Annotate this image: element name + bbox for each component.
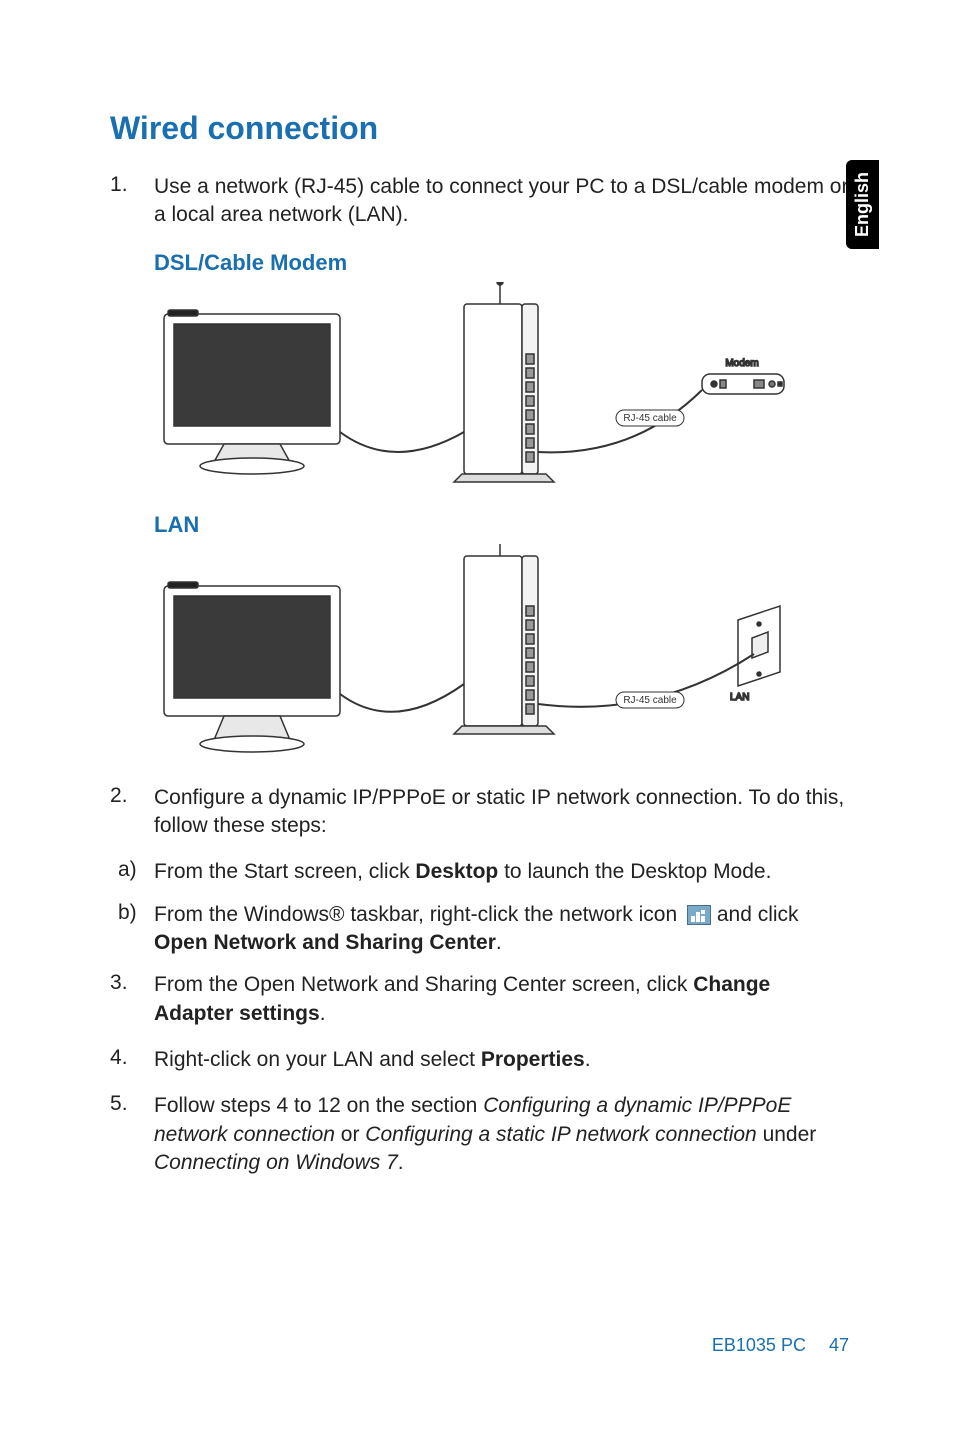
substep-b-before: From the Windows® taskbar, right-click t…	[154, 903, 683, 926]
step-2-text: Configure a dynamic IP/PPPoE or static I…	[154, 784, 854, 841]
lan-diagram: LAN RJ-45 cable	[154, 544, 854, 774]
rj45-label-1: RJ-45 cable	[623, 413, 677, 424]
substep-list: a) From the Start screen, click Desktop …	[118, 858, 854, 957]
lan-heading: LAN	[154, 512, 854, 538]
step-4-text: Right-click on your LAN and select Prope…	[154, 1046, 854, 1074]
lan-diagram-svg: LAN RJ-45 cable	[154, 544, 794, 774]
instruction-list: Use a network (RJ-45) cable to connect y…	[110, 173, 854, 230]
substep-b: b) From the Windows® taskbar, right-clic…	[118, 901, 854, 958]
step-4: Right-click on your LAN and select Prope…	[110, 1046, 854, 1074]
substep-b-marker: b)	[118, 901, 154, 958]
substep-a-text: From the Start screen, click Desktop to …	[154, 858, 854, 886]
step-1-text: Use a network (RJ-45) cable to connect y…	[154, 173, 854, 230]
step-3-text: From the Open Network and Sharing Center…	[154, 971, 854, 1028]
substep-a: a) From the Start screen, click Desktop …	[118, 858, 854, 886]
instruction-list-cont: Configure a dynamic IP/PPPoE or static I…	[110, 784, 854, 841]
dsl-modem-heading: DSL/Cable Modem	[154, 250, 854, 276]
footer-page-number: 47	[829, 1335, 849, 1355]
dsl-diagram-svg: Modem RJ-45 cable	[154, 282, 794, 492]
section-heading: Wired connection	[110, 110, 854, 147]
rj45-label-2: RJ-45 cable	[623, 695, 677, 706]
page-footer: EB1035 PC 47	[712, 1335, 849, 1356]
substep-b-text: From the Windows® taskbar, right-click t…	[154, 901, 854, 958]
network-icon	[687, 905, 711, 925]
language-tab: English	[846, 160, 879, 249]
substep-a-marker: a)	[118, 858, 154, 886]
step-3: From the Open Network and Sharing Center…	[110, 971, 854, 1028]
step-2: Configure a dynamic IP/PPPoE or static I…	[110, 784, 854, 841]
step-1: Use a network (RJ-45) cable to connect y…	[110, 173, 854, 230]
lan-port-label: LAN	[730, 692, 749, 703]
instruction-list-cont2: From the Open Network and Sharing Center…	[110, 971, 854, 1177]
step-5: Follow steps 4 to 12 on the section Conf…	[110, 1092, 854, 1177]
dsl-modem-diagram: Modem RJ-45 cable	[154, 282, 854, 492]
step-5-text: Follow steps 4 to 12 on the section Conf…	[154, 1092, 854, 1177]
modem-label: Modem	[725, 358, 758, 369]
footer-model: EB1035 PC	[712, 1335, 806, 1355]
